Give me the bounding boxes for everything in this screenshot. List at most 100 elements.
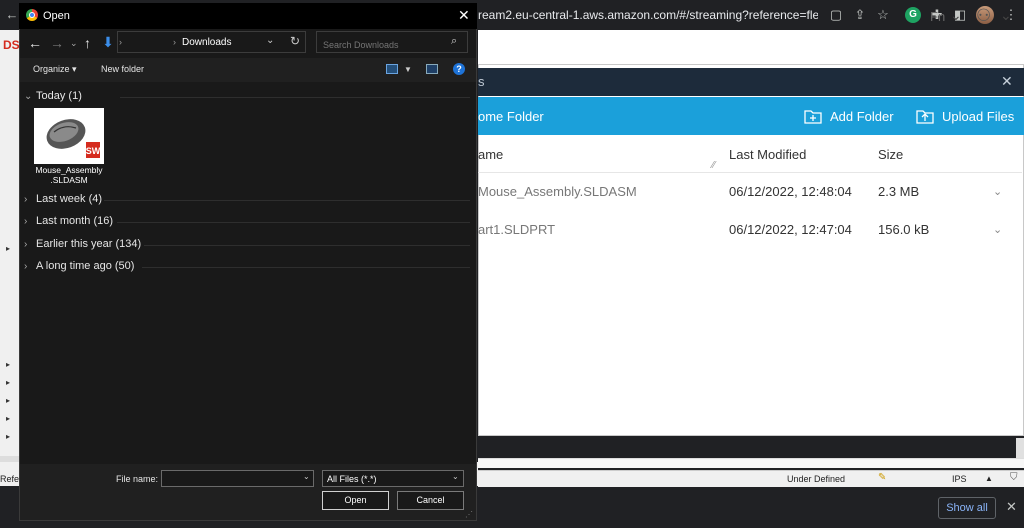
resize-grip-icon[interactable]: ⋰ (465, 510, 473, 519)
status-bar (478, 470, 1024, 487)
chevron-down-icon[interactable]: ⌄ (303, 472, 310, 481)
chevron-down-icon[interactable]: ⌄ (993, 185, 1002, 198)
grammarly-extension-icon[interactable]: G (905, 7, 921, 23)
group-divider (142, 267, 470, 268)
tree-expand-icon[interactable]: ▸ (6, 396, 16, 405)
group-header-today[interactable]: ⌄ Today (1) (24, 90, 82, 102)
files-panel-title: s (478, 74, 485, 89)
share-icon[interactable]: ⇪ (852, 7, 868, 23)
status-units[interactable]: IPS (952, 474, 967, 484)
breadcrumb-home-folder[interactable]: ome Folder (478, 109, 544, 124)
group-header-last-week[interactable]: › Last week (4) (24, 193, 102, 205)
open-button[interactable]: Open (322, 491, 389, 510)
breadcrumb-separator-icon[interactable]: › (173, 37, 176, 47)
group-divider (104, 200, 470, 201)
cancel-button[interactable]: Cancel (397, 491, 464, 510)
group-label: Today (1) (36, 90, 82, 102)
header-divider (478, 172, 1022, 173)
file-row-modified: 06/12/2022, 12:47:04 (729, 222, 852, 237)
address-history-chevron-icon[interactable]: ⌄ (266, 35, 274, 46)
column-header-size[interactable]: Size (878, 147, 903, 162)
group-header-long-ago[interactable]: › A long time ago (50) (24, 260, 134, 272)
preview-pane-icon[interactable] (426, 64, 438, 74)
chevron-down-icon[interactable]: ⌄ (1000, 7, 1012, 24)
add-folder-label: Add Folder (830, 108, 894, 124)
group-label: A long time ago (50) (36, 260, 135, 272)
column-header-last-modified[interactable]: Last Modified (729, 147, 806, 162)
downloads-folder-icon: ⬇ (102, 34, 114, 50)
file-name-line2: .SLDASM (50, 175, 88, 185)
file-row-size: 156.0 kB (878, 222, 930, 237)
chevron-down-icon[interactable]: ⌄ (993, 223, 1002, 236)
help-icon[interactable]: ? (453, 63, 465, 75)
tree-expand-icon[interactable]: ▸ (6, 360, 16, 369)
chevron-right-icon: › (24, 215, 28, 227)
user-icon[interactable]: ⚇ (976, 6, 996, 26)
screenshot-icon[interactable]: ▢ (828, 7, 844, 23)
chevron-down-icon[interactable]: ⌄ (950, 7, 962, 24)
chevron-right-icon: › (24, 238, 28, 250)
group-header-last-month[interactable]: › Last month (16) (24, 215, 113, 227)
dialog-title: Open (43, 10, 70, 22)
search-input[interactable] (316, 31, 468, 53)
up-arrow-icon[interactable]: ↑ (84, 35, 91, 51)
solidworks-logo-icon: DS (3, 38, 20, 52)
fn-key-label[interactable]: Fn (930, 9, 945, 24)
chevron-down-icon[interactable]: ▼ (404, 65, 412, 74)
forward-arrow-icon[interactable]: → (50, 35, 64, 51)
close-icon[interactable]: ✕ (1006, 499, 1017, 515)
group-divider (120, 97, 470, 98)
chevron-right-icon: › (24, 260, 28, 272)
chevron-down-icon[interactable]: ⌄ (452, 472, 459, 481)
show-all-button[interactable]: Show all (938, 497, 996, 519)
organize-menu-button[interactable]: Organize ▾ (33, 64, 77, 75)
organize-label: Organize (33, 64, 70, 74)
rebuild-icon[interactable]: ✎ (878, 472, 886, 483)
new-folder-button[interactable]: New folder (101, 64, 144, 74)
column-header-name[interactable]: ame (478, 147, 503, 162)
file-type-select[interactable]: All Files (*.*) (322, 470, 464, 487)
file-row-size: 2.3 MB (878, 184, 920, 199)
breadcrumb-downloads[interactable]: Downloads (182, 37, 231, 48)
close-icon[interactable]: ✕ (458, 7, 470, 24)
bookmark-star-icon[interactable]: ☆ (875, 7, 891, 23)
breadcrumb-separator-icon[interactable]: › (119, 37, 122, 47)
tooltip-icon[interactable]: ⛉ (1010, 472, 1018, 483)
horizontal-scrollbar[interactable] (478, 458, 1024, 468)
back-icon[interactable]: ← (4, 7, 20, 23)
tree-expand-icon[interactable]: ▸ (6, 414, 16, 423)
tree-expand-icon[interactable]: ▸ (6, 432, 16, 441)
recent-locations-chevron-icon[interactable]: ⌄ (70, 38, 78, 49)
add-folder-button[interactable]: Add Folder (804, 104, 894, 128)
column-resize-icon[interactable]: ⁄⁄ (712, 160, 715, 171)
files-panel-header (478, 68, 1024, 96)
app-header (478, 30, 1024, 64)
group-label: Last week (4) (36, 193, 103, 205)
group-header-earlier-this-year[interactable]: › Earlier this year (134) (24, 238, 141, 250)
file-name-line1: Mouse_Assembly (35, 165, 103, 175)
upload-files-label: Upload Files (942, 108, 1015, 124)
search-icon[interactable]: ⌕ (451, 35, 457, 48)
chevron-right-icon: › (24, 193, 28, 205)
file-name-input[interactable] (161, 470, 314, 487)
add-folder-icon (804, 110, 822, 124)
chrome-icon-center (29, 12, 35, 18)
file-row-name[interactable]: art1.SLDPRT (478, 222, 555, 237)
close-icon[interactable]: ✕ (1001, 73, 1013, 90)
change-view-icon[interactable] (386, 64, 398, 74)
caret-up-icon[interactable]: ▲ (985, 474, 993, 483)
refresh-icon[interactable]: ↻ (290, 34, 300, 48)
address-bar-url[interactable]: ream2.eu-central-1.aws.amazon.com/#/stre… (478, 8, 818, 22)
svg-text:SW: SW (86, 146, 100, 156)
back-arrow-icon[interactable]: ← (28, 35, 42, 51)
tree-expand-icon[interactable]: ▸ (6, 244, 16, 253)
group-divider (144, 245, 470, 246)
status-under-defined: Under Defined (787, 474, 846, 484)
tree-expand-icon[interactable]: ▸ (6, 378, 16, 387)
chevron-down-icon: ⌄ (24, 90, 33, 102)
dialog-titlebar (19, 3, 477, 29)
file-row-name[interactable]: Mouse_Assembly.SLDASM (478, 184, 637, 199)
file-name-label[interactable]: Mouse_Assembly .SLDASM (30, 165, 108, 185)
upload-files-button[interactable]: Upload Files (916, 104, 1014, 128)
file-row-modified: 06/12/2022, 12:48:04 (729, 184, 852, 199)
